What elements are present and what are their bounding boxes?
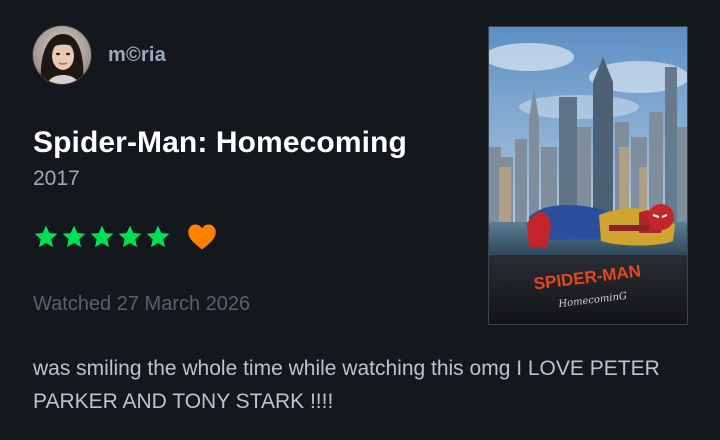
- star-rating: [33, 224, 171, 250]
- film-year[interactable]: 2017: [33, 167, 80, 191]
- poster-image: SPIDER-MAN HomecominG: [489, 27, 687, 324]
- star-icon: [146, 225, 170, 248]
- film-poster[interactable]: SPIDER-MAN HomecominG: [488, 26, 688, 325]
- avatar-photo: [33, 26, 91, 84]
- username[interactable]: m©ria: [108, 44, 166, 67]
- review-card: m©ria Spider-Man: Homecoming 2017 Watche…: [0, 0, 720, 440]
- film-title[interactable]: Spider-Man: Homecoming: [33, 126, 407, 160]
- rating: [33, 223, 217, 251]
- heart-icon[interactable]: [187, 223, 217, 251]
- review-text: was smiling the whole time while watchin…: [33, 357, 660, 413]
- star-icon: [90, 225, 114, 248]
- star-icon: [118, 225, 142, 248]
- watched-date: Watched 27 March 2026: [33, 293, 251, 315]
- star-icon: [34, 225, 58, 248]
- avatar[interactable]: [33, 26, 91, 84]
- star-icon: [62, 225, 86, 248]
- reviewer: m©ria: [33, 26, 166, 84]
